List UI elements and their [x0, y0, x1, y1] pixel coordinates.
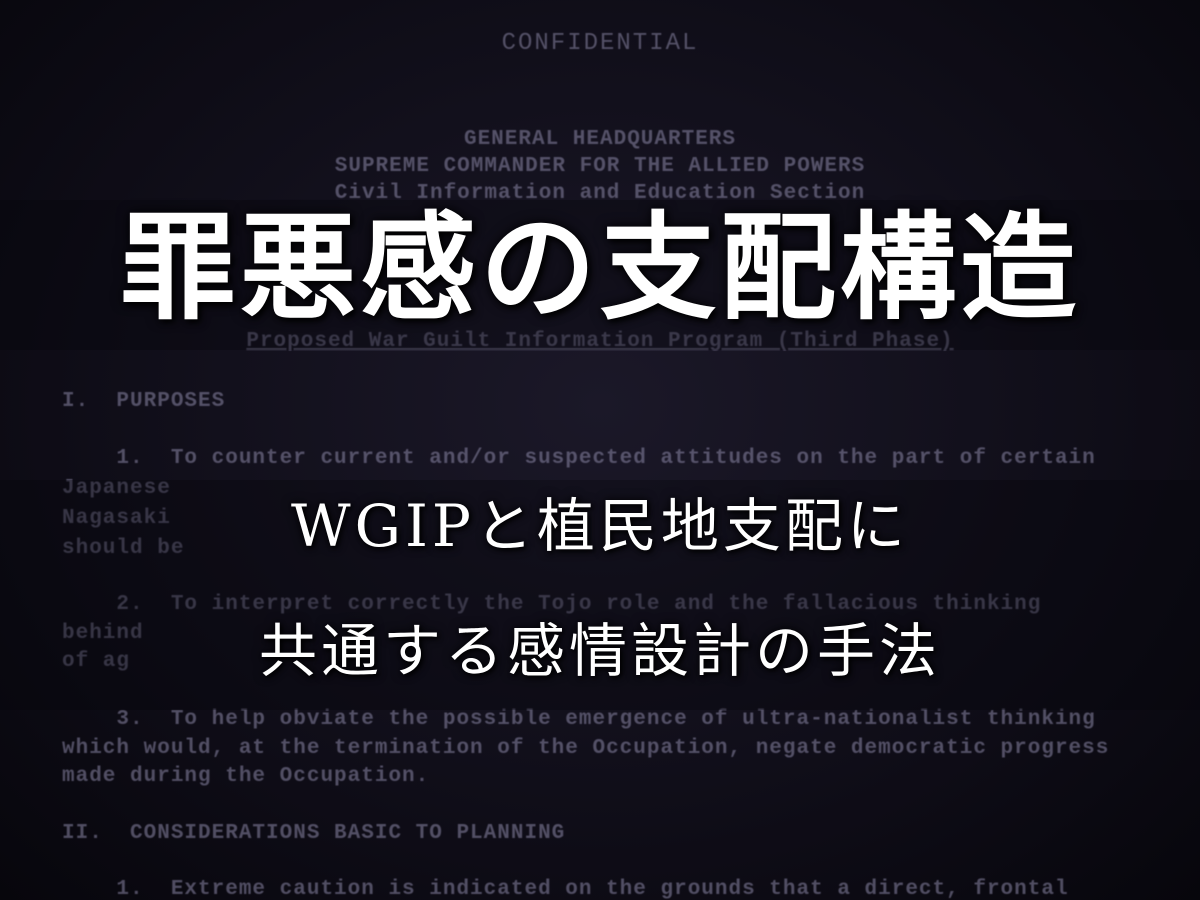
cover-image: CONFIDENTIAL GENERAL HEADQUARTERS SUPREM…: [0, 0, 1200, 900]
main-title: 罪悪感の支配構造: [120, 200, 1080, 336]
doc-body-line: 3. To help obviate the possible emergenc…: [62, 708, 1096, 731]
doc-body-line: I. PURPOSES: [62, 390, 226, 413]
confidential-stamp: CONFIDENTIAL: [501, 30, 699, 57]
doc-body-line: made during the Occupation.: [62, 765, 430, 788]
doc-header-line: SUPREME COMMANDER FOR THE ALLIED POWERS: [334, 155, 866, 178]
background-document: CONFIDENTIAL GENERAL HEADQUARTERS SUPREM…: [0, 0, 1200, 900]
doc-body-line: 1. To counter current and/or suspected a…: [62, 447, 1096, 470]
doc-header-line: GENERAL HEADQUARTERS: [463, 128, 737, 151]
subtitle-line-1: WGIPと植民地支配に: [291, 492, 909, 560]
subtitle-line-2: 共通する感情設計の手法: [258, 617, 941, 685]
doc-body-line: 1. Extreme caution is indicated on the g…: [62, 878, 1069, 900]
doc-body-line: which would, at the termination of the O…: [62, 737, 1110, 760]
doc-body-line: II. CONSIDERATIONS BASIC TO PLANNING: [62, 822, 566, 845]
